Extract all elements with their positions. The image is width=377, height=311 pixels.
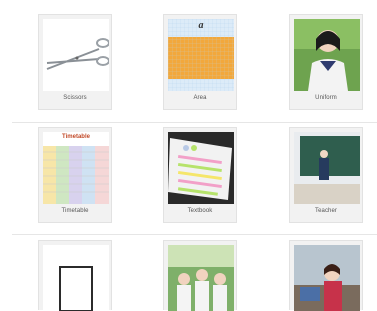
blank-rectangle-image [43,245,109,311]
student-classroom-photo [294,245,360,311]
card-label: Scissors [63,95,87,101]
card-label: Teacher [314,208,338,214]
row-divider [12,122,377,123]
flashcard-grid: Scissors a Area Uniform Timetable Timeta… [0,0,377,311]
card-teacher[interactable]: Teacher [289,127,363,223]
timetable-image: Timetable [43,132,109,204]
area-grid-image: a [168,19,234,91]
card-scissors[interactable]: Scissors [38,14,112,110]
student-uniform-photo [294,19,360,91]
card-label: Uniform [315,95,337,101]
card-textbook[interactable]: Textbook [163,127,237,223]
card-uniform[interactable]: Uniform [289,14,363,110]
card-label: Textbook [187,208,213,214]
card-label: Timetable [61,208,89,214]
area-variable-label: a [198,20,204,31]
textbook-highlighter-photo [168,132,234,204]
card-label: Area [193,95,207,101]
card-area[interactable]: a Area [163,14,237,110]
timetable-title: Timetable [62,134,90,140]
row-divider [12,234,377,235]
card-timetable[interactable]: Timetable Timetable [38,127,112,223]
teacher-chalkboard-photo [294,132,360,204]
students-group-photo [168,245,234,311]
scissors-image [43,19,109,91]
